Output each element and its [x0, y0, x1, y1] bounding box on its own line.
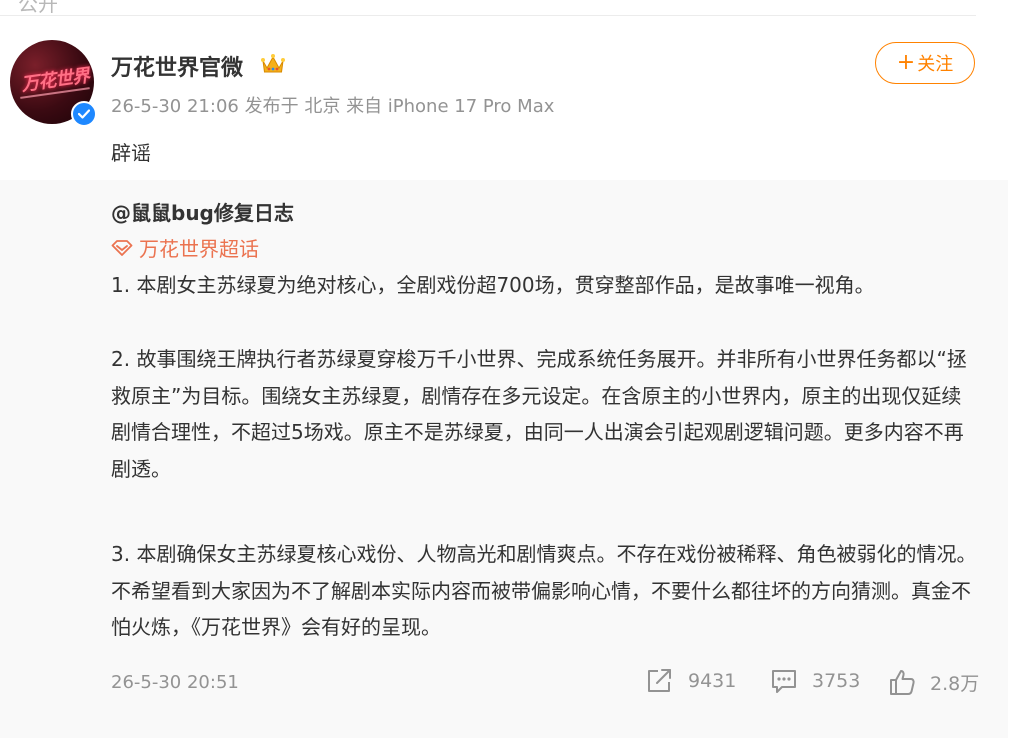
repost-icon — [648, 669, 671, 692]
repost-author[interactable]: @鼠鼠bug修复日志 — [111, 197, 294, 226]
verified-icon — [71, 101, 97, 127]
comment-count: 3753 — [812, 670, 861, 692]
topic-label: 万花世界超话 — [139, 237, 259, 261]
author-name[interactable]: 万花世界官微 — [111, 50, 243, 82]
crown-icon — [260, 52, 286, 76]
plus-icon: + — [896, 50, 916, 75]
post-meta: 26-5-30 21:06 发布于 北京 来自 iPhone 17 Pro Ma… — [111, 92, 554, 118]
post-time[interactable]: 26-5-30 21:06 — [111, 96, 239, 117]
post-location: 发布于 北京 — [244, 96, 341, 117]
post-device: 来自 iPhone 17 Pro Max — [346, 96, 555, 117]
like-count: 2.8万 — [930, 672, 980, 695]
repost-count: 9431 — [688, 670, 737, 692]
topic-link[interactable]: 万花世界超话 — [111, 233, 259, 262]
repost-button[interactable]: 9431 — [646, 668, 736, 694]
repost-paragraph: 2. 故事围绕王牌执行者苏绿夏穿梭万千小世界、完成系统任务展开。并非所有小世界任… — [111, 347, 967, 481]
divider — [0, 15, 976, 16]
comment-button[interactable]: 3753 — [770, 668, 860, 694]
follow-label: 关注 — [917, 54, 954, 75]
repost-time[interactable]: 26-5-30 20:51 — [111, 672, 239, 693]
like-icon — [890, 670, 915, 695]
repost-paragraph: 3. 本剧确保女主苏绿夏核心戏份、人物高光和剧情爽点。不存在戏份被稀释、角色被弱… — [111, 542, 977, 639]
like-button[interactable]: 2.8万 — [888, 668, 979, 696]
post-text: 辟谣 — [111, 141, 151, 165]
repost-paragraph: 1. 本剧女主苏绿夏为绝对核心，全剧戏份超700场，贯穿整部作品，是故事唯一视角… — [111, 273, 875, 297]
topic-diamond-icon — [111, 239, 133, 256]
comment-icon — [772, 670, 796, 693]
follow-button[interactable]: + 关注 — [875, 42, 975, 84]
